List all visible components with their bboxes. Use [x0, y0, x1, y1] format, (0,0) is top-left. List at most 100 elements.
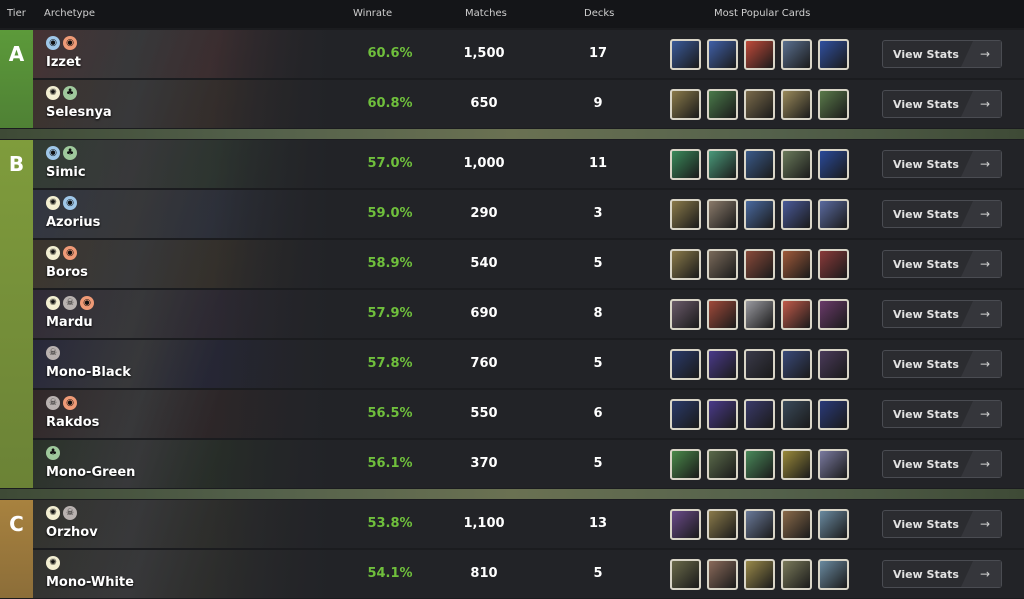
view-stats-button[interactable]: View Stats → — [882, 300, 1002, 328]
header-winrate[interactable]: Winrate — [353, 8, 392, 19]
card-thumbnail[interactable] — [707, 509, 738, 540]
view-stats-label: View Stats — [893, 208, 959, 221]
card-thumbnail[interactable] — [818, 509, 849, 540]
table-row[interactable]: ☠ Mono-Black 57.8% 760 5 View Stats → — [33, 340, 1024, 388]
card-thumbnail[interactable] — [818, 149, 849, 180]
card-thumbnail[interactable] — [818, 559, 849, 590]
view-stats-button[interactable]: View Stats → — [882, 150, 1002, 178]
view-stats-button[interactable]: View Stats → — [882, 450, 1002, 478]
card-thumbnail[interactable] — [818, 399, 849, 430]
card-thumbnail[interactable] — [781, 349, 812, 380]
card-thumbnail[interactable] — [744, 349, 775, 380]
card-thumbnail[interactable] — [781, 399, 812, 430]
card-thumbnail[interactable] — [781, 249, 812, 280]
card-thumbnail[interactable] — [707, 149, 738, 180]
header-matches[interactable]: Matches — [465, 8, 507, 19]
header-archetype[interactable]: Archetype — [44, 8, 95, 19]
card-thumbnail[interactable] — [707, 39, 738, 70]
card-thumbnail[interactable] — [707, 399, 738, 430]
table-row[interactable]: ✺ ☠ Orzhov 53.8% 1,100 13 View Stats → — [33, 500, 1024, 548]
card-thumbnail[interactable] — [818, 199, 849, 230]
card-thumbnail[interactable] — [818, 89, 849, 120]
card-thumbnail[interactable] — [707, 299, 738, 330]
card-thumbnail[interactable] — [707, 349, 738, 380]
card-thumbnail[interactable] — [707, 559, 738, 590]
card-thumbnail[interactable] — [781, 39, 812, 70]
card-thumbnail[interactable] — [670, 89, 701, 120]
card-thumbnail[interactable] — [707, 89, 738, 120]
table-row[interactable]: ♣ Mono-Green 56.1% 370 5 View Stats → — [33, 440, 1024, 488]
card-thumbnail[interactable] — [818, 299, 849, 330]
card-thumbnail[interactable] — [781, 299, 812, 330]
card-thumbnail[interactable] — [744, 89, 775, 120]
card-thumbnail[interactable] — [670, 39, 701, 70]
table-row[interactable]: ✺ ♣ Selesnya 60.8% 650 9 View Stats → — [33, 80, 1024, 128]
view-stats-button[interactable]: View Stats → — [882, 40, 1002, 68]
card-thumbnail[interactable] — [670, 399, 701, 430]
card-thumbnail[interactable] — [781, 149, 812, 180]
archetype-name[interactable]: Mono-White — [46, 575, 134, 590]
archetype-name[interactable]: Izzet — [46, 55, 81, 70]
card-thumbnail[interactable] — [670, 349, 701, 380]
card-thumbnail[interactable] — [781, 199, 812, 230]
view-stats-button[interactable]: View Stats → — [882, 200, 1002, 228]
archetype-name[interactable]: Boros — [46, 265, 88, 280]
table-row[interactable]: ✺ ◉ Azorius 59.0% 290 3 View Stats → — [33, 190, 1024, 238]
archetype-name[interactable]: Selesnya — [46, 105, 112, 120]
card-thumbnail[interactable] — [744, 199, 775, 230]
card-thumbnail[interactable] — [707, 249, 738, 280]
card-thumbnail[interactable] — [744, 449, 775, 480]
popular-cards — [670, 89, 849, 120]
card-thumbnail[interactable] — [818, 249, 849, 280]
card-thumbnail[interactable] — [744, 509, 775, 540]
card-thumbnail[interactable] — [781, 89, 812, 120]
view-stats-button[interactable]: View Stats → — [882, 250, 1002, 278]
card-thumbnail[interactable] — [670, 249, 701, 280]
view-stats-button[interactable]: View Stats → — [882, 400, 1002, 428]
decks-value: 5 — [593, 356, 603, 371]
card-thumbnail[interactable] — [744, 559, 775, 590]
archetype-name[interactable]: Azorius — [46, 215, 100, 230]
archetype-name[interactable]: Mono-Black — [46, 365, 131, 380]
archetype-name[interactable]: Mardu — [46, 315, 93, 330]
table-row[interactable]: ✺ Mono-White 54.1% 810 5 View Stats → — [33, 550, 1024, 598]
table-row[interactable]: ◉ ♣ Simic 57.0% 1,000 11 View Stats → — [33, 140, 1024, 188]
table-row[interactable]: ✺ ◉ Boros 58.9% 540 5 View Stats → — [33, 240, 1024, 288]
view-stats-button[interactable]: View Stats → — [882, 350, 1002, 378]
card-thumbnail[interactable] — [670, 199, 701, 230]
archetype-name[interactable]: Mono-Green — [46, 465, 135, 480]
card-thumbnail[interactable] — [670, 449, 701, 480]
card-thumbnail[interactable] — [818, 449, 849, 480]
arrow-right-icon: → — [961, 151, 1001, 177]
card-thumbnail[interactable] — [744, 249, 775, 280]
card-thumbnail[interactable] — [744, 399, 775, 430]
archetype-art — [33, 550, 333, 598]
card-thumbnail[interactable] — [818, 349, 849, 380]
card-thumbnail[interactable] — [707, 449, 738, 480]
view-stats-label: View Stats — [893, 98, 959, 111]
card-thumbnail[interactable] — [670, 559, 701, 590]
card-thumbnail[interactable] — [781, 509, 812, 540]
card-thumbnail[interactable] — [818, 39, 849, 70]
archetype-name[interactable]: Orzhov — [46, 525, 98, 540]
card-thumbnail[interactable] — [707, 199, 738, 230]
card-thumbnail[interactable] — [670, 509, 701, 540]
card-thumbnail[interactable] — [781, 449, 812, 480]
card-thumbnail[interactable] — [670, 299, 701, 330]
card-thumbnail[interactable] — [744, 39, 775, 70]
popular-cards — [670, 249, 849, 280]
card-thumbnail[interactable] — [744, 299, 775, 330]
card-thumbnail[interactable] — [781, 559, 812, 590]
view-stats-button[interactable]: View Stats → — [882, 510, 1002, 538]
archetype-name[interactable]: Rakdos — [46, 415, 99, 430]
view-stats-button[interactable]: View Stats → — [882, 560, 1002, 588]
table-row[interactable]: ◉ ◉ Izzet 60.6% 1,500 17 View Stats → — [33, 30, 1024, 78]
card-thumbnail[interactable] — [744, 149, 775, 180]
card-thumbnail[interactable] — [670, 149, 701, 180]
winrate-value: 57.0% — [367, 156, 413, 171]
table-row[interactable]: ✺ ☠ ◉ Mardu 57.9% 690 8 View Stats → — [33, 290, 1024, 338]
archetype-name[interactable]: Simic — [46, 165, 86, 180]
header-decks[interactable]: Decks — [584, 8, 614, 19]
view-stats-button[interactable]: View Stats → — [882, 90, 1002, 118]
table-row[interactable]: ☠ ◉ Rakdos 56.5% 550 6 View Stats → — [33, 390, 1024, 438]
